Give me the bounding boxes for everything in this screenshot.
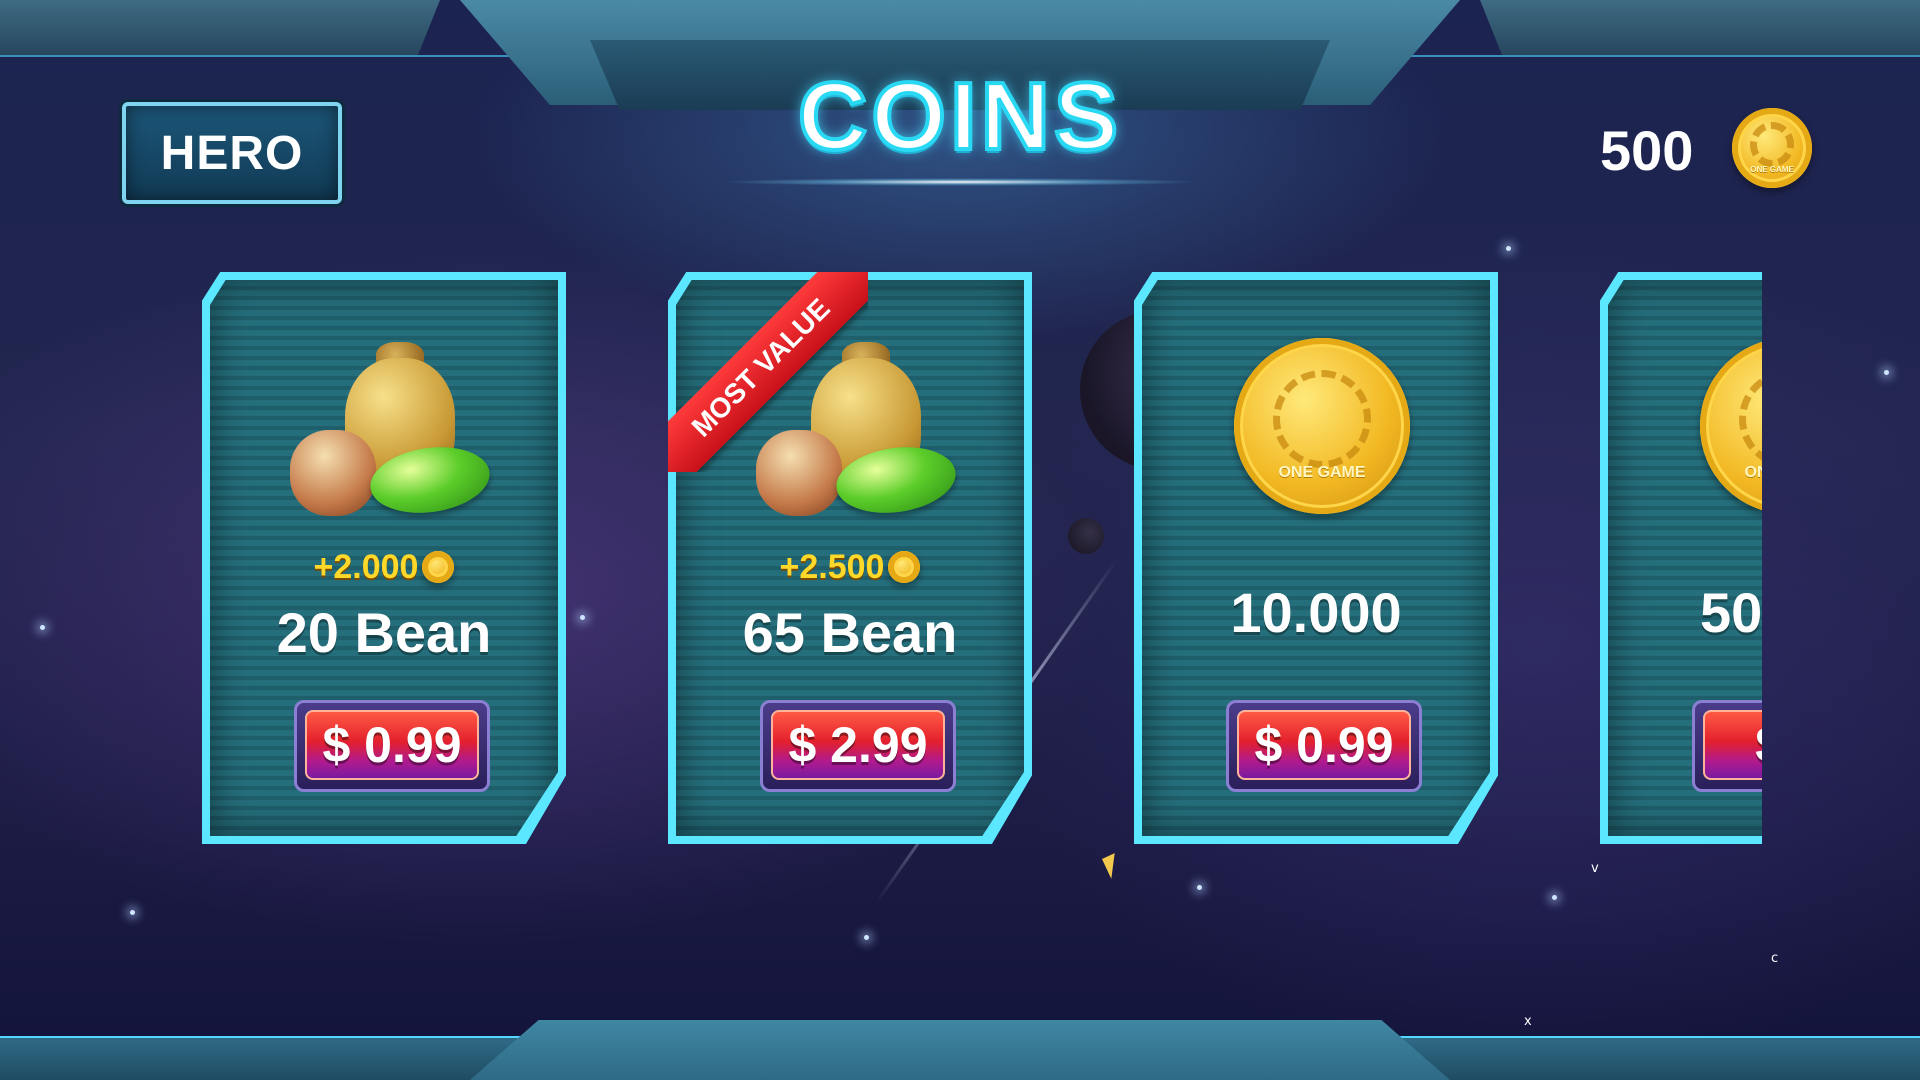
mini-coin-icon [422, 551, 455, 583]
overlay-letter-x: x [1524, 1014, 1532, 1029]
price-label: $ 0.99 [1237, 710, 1411, 780]
product-title: 50. [1700, 581, 1762, 644]
bonus-amount: +2.500 [779, 548, 885, 586]
gold-coin-icon: ONE GAME [1234, 338, 1410, 514]
overlay-letter-v: v [1591, 861, 1599, 876]
product-title: 65 Bean [742, 601, 958, 664]
gold-coin-icon: ONE GAME [1700, 338, 1762, 514]
bean-bag-icon [290, 330, 500, 530]
coin-label: ONE GAME [1744, 464, 1762, 482]
card-panel: +2.000 20 Bean $ 0.99 [210, 280, 558, 836]
bonus-coins: +2.000 [210, 548, 558, 587]
bonus-amount: +2.000 [313, 548, 419, 586]
product-card-2[interactable]: +2.500 65 Bean $ 2.99 MOST VALUE [668, 272, 1032, 844]
price-label: $ 2.99 [771, 710, 945, 780]
product-title: 10.000 [1230, 581, 1402, 644]
product-title: 20 Bean [276, 601, 492, 664]
ribbon-label: MOST VALUE [668, 272, 868, 472]
buy-button-3[interactable]: $ 0.99 [1226, 700, 1422, 792]
product-card-4[interactable]: ONE GAME 50. $ 2 [1600, 272, 1762, 844]
star [1884, 370, 1889, 375]
overlay-letter-c: c [1771, 951, 1779, 966]
buy-button-4[interactable]: $ 2 [1692, 700, 1762, 792]
card-panel: ONE GAME 10.000 $ 0.99 [1142, 280, 1490, 836]
price-label: $ 0.99 [305, 710, 479, 780]
bonus-coins: +2.500 [676, 548, 1024, 587]
product-card-1[interactable]: +2.000 20 Bean $ 0.99 [202, 272, 566, 844]
buy-button-2[interactable]: $ 2.99 [760, 700, 956, 792]
price-label: $ 2 [1703, 710, 1762, 780]
mini-coin-icon [888, 551, 921, 583]
card-panel: ONE GAME 50. $ 2 [1608, 280, 1762, 836]
coin-label: ONE GAME [1278, 464, 1366, 482]
buy-button-1[interactable]: $ 0.99 [294, 700, 490, 792]
most-value-ribbon: MOST VALUE [668, 272, 868, 472]
product-card-3[interactable]: ONE GAME 10.000 $ 0.99 [1134, 272, 1498, 844]
product-carousel: +2.000 20 Bean $ 0.99 +2.500 65 Bean $ 2… [0, 0, 1762, 1080]
